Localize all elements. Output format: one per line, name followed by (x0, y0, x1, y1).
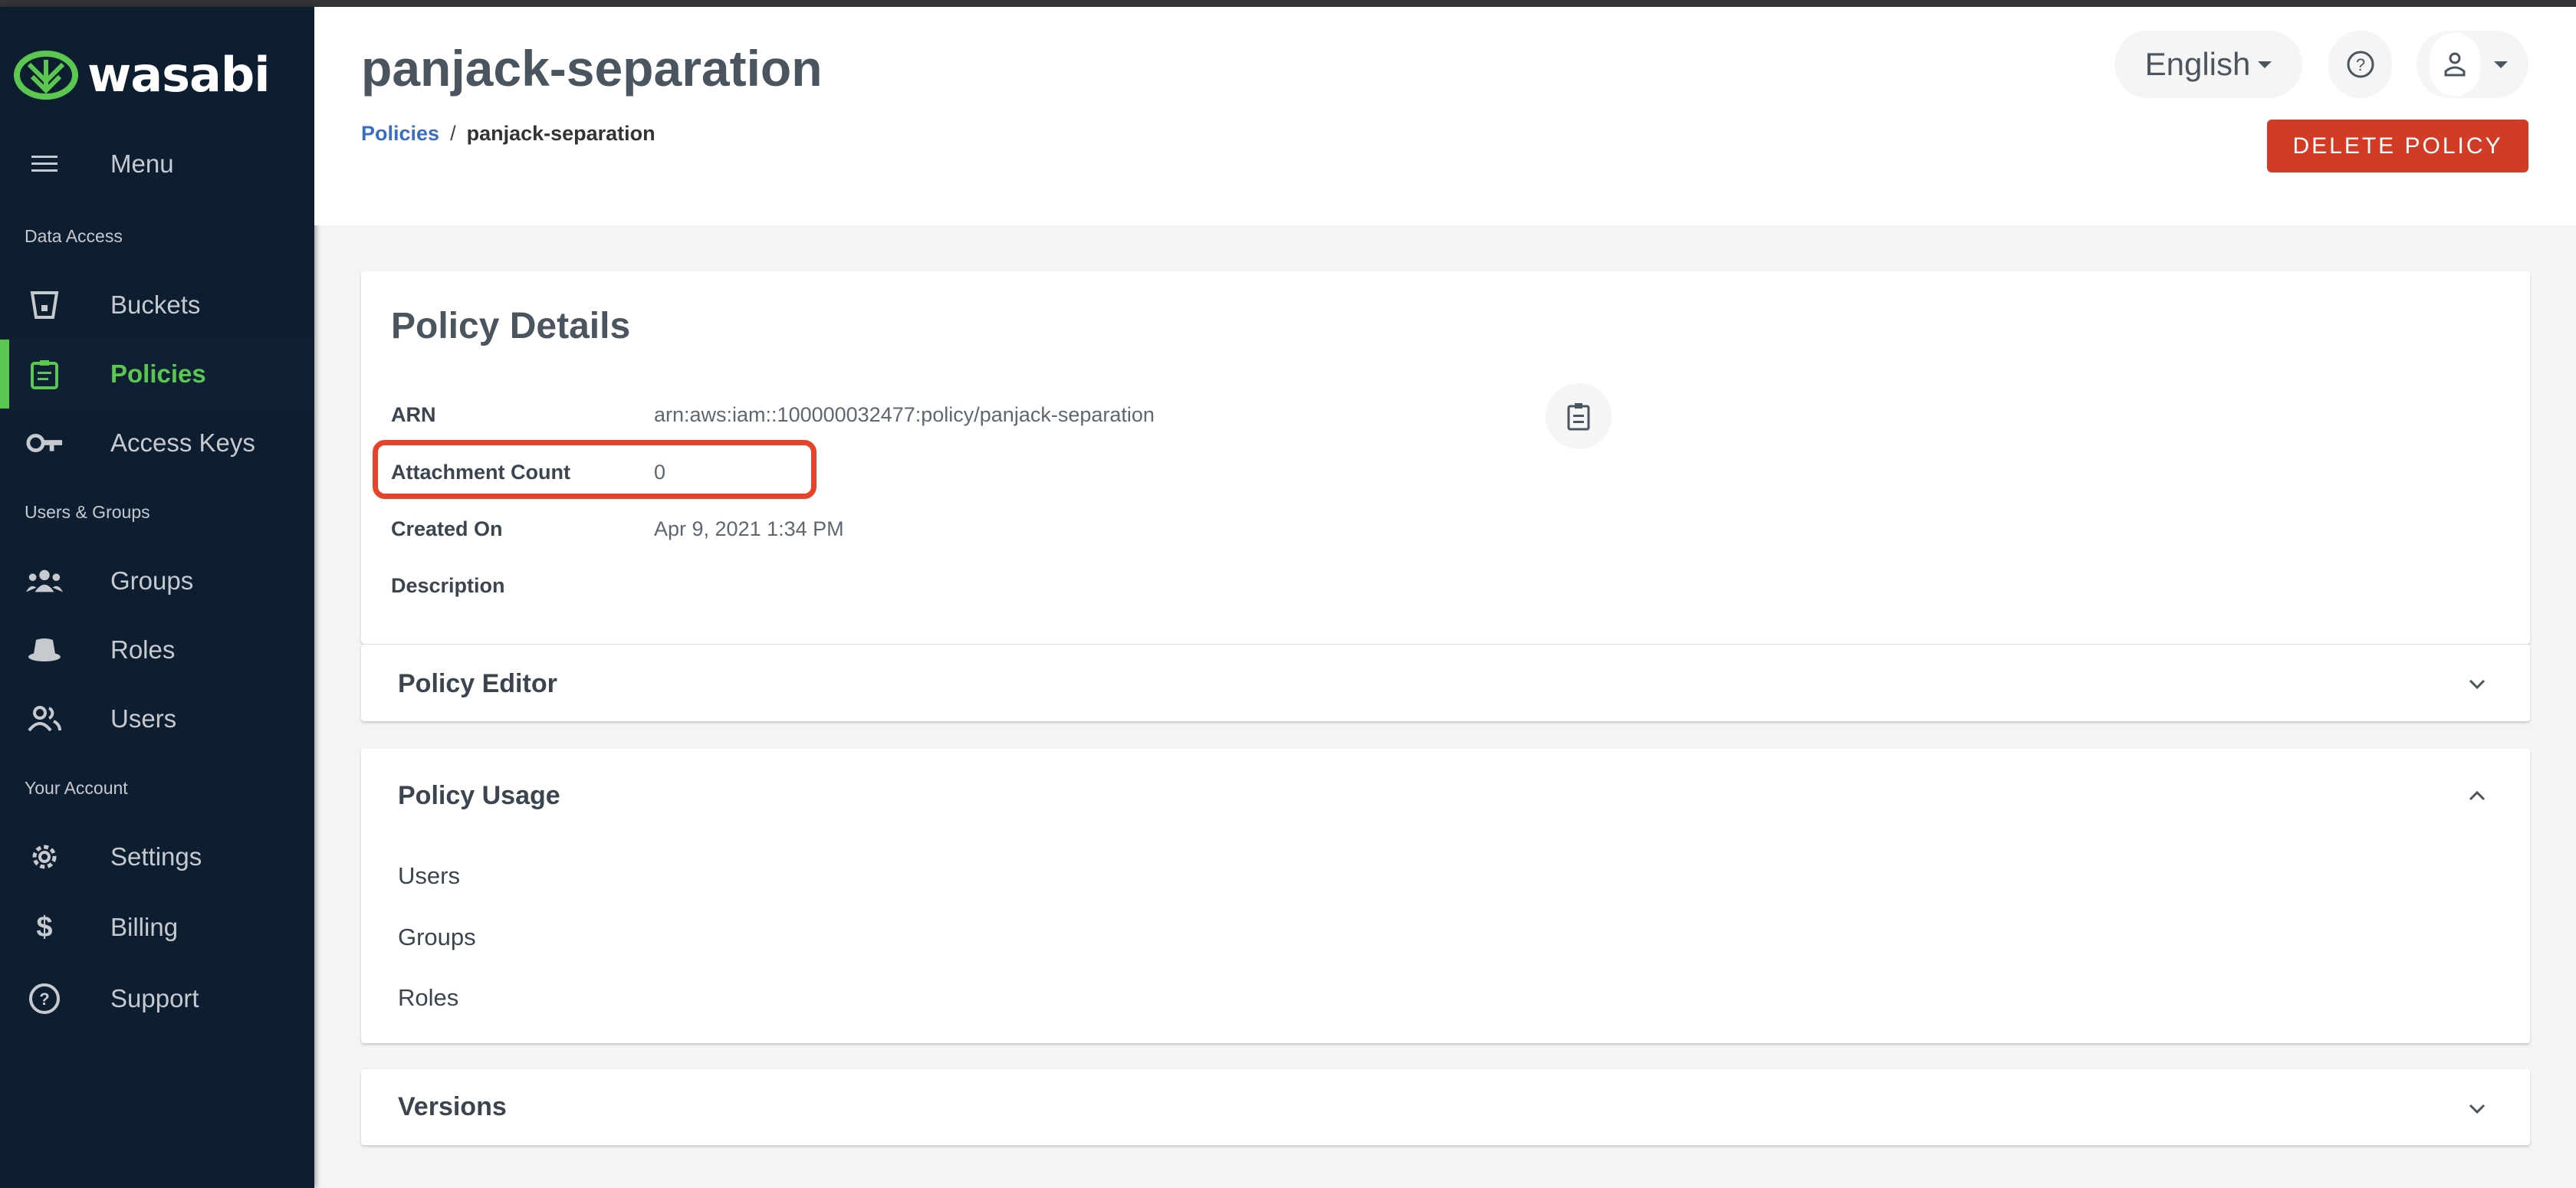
breadcrumb-separator: / (450, 122, 456, 145)
sidebar-item-label: Roles (110, 635, 176, 664)
sidebar: wasabi Menu Data Access Buckets Policies… (0, 7, 314, 1188)
section-data-access: Data Access (25, 226, 123, 246)
sidebar-item-label: Buckets (110, 290, 201, 319)
wasabi-logo[interactable]: wasabi (14, 47, 270, 103)
sidebar-item-label: Billing (110, 913, 179, 941)
sidebar-item-label: Settings (110, 842, 202, 871)
copy-arn-button[interactable] (1546, 383, 1612, 449)
usage-item-roles[interactable]: Roles (398, 984, 458, 1012)
language-select[interactable]: English (2114, 31, 2302, 98)
breadcrumb-current: panjack-separation (466, 122, 656, 145)
delete-policy-button[interactable]: DELETE POLICY (2267, 120, 2528, 172)
sidebar-item-groups[interactable]: Groups (0, 546, 314, 615)
highlight-annotation (373, 440, 816, 499)
created-on-value: Apr 9, 2021 1:34 PM (654, 517, 844, 540)
caret-down-icon (2494, 61, 2508, 68)
description-label: Description (391, 574, 505, 597)
arn-value: arn:aws:iam::100000032477:policy/panjack… (654, 403, 1155, 426)
sidebar-item-label: Access Keys (110, 428, 255, 457)
language-value: English (2144, 46, 2251, 82)
versions-panel[interactable]: Versions (361, 1069, 2530, 1145)
window-top-bar (0, 0, 2576, 7)
clipboard-icon (1567, 403, 1590, 431)
hat-icon (26, 632, 63, 668)
caret-down-icon (2258, 61, 2272, 68)
sidebar-item-label: Users (110, 704, 177, 733)
help-icon: ? (26, 980, 63, 1017)
policy-editor-panel[interactable]: Policy Editor (361, 644, 2530, 721)
help-button[interactable]: ? (2328, 31, 2392, 98)
page-header: panjack-separation Policies / panjack-sepa… (314, 7, 2576, 225)
key-icon (26, 425, 63, 461)
sidebar-item-policies[interactable]: Policies (0, 340, 314, 409)
section-users-groups: Users & Groups (25, 502, 150, 522)
wasabi-logo-icon (14, 50, 78, 100)
created-on-label: Created On (391, 517, 503, 540)
bucket-icon (26, 287, 63, 323)
chevron-down-icon (2469, 679, 2486, 690)
chevron-up-icon[interactable] (2466, 784, 2489, 807)
chevron-down-icon (2469, 1104, 2486, 1114)
clipboard-icon (26, 356, 63, 392)
user-icon (2444, 52, 2466, 77)
users-icon (26, 701, 63, 737)
hamburger-icon (26, 146, 63, 182)
menu-toggle[interactable]: Menu (0, 130, 314, 199)
sidebar-item-label: Groups (110, 566, 194, 595)
breadcrumb: Policies / panjack-separation (361, 122, 656, 146)
usage-item-users[interactable]: Users (398, 862, 460, 890)
sidebar-item-access-keys[interactable]: Access Keys (0, 409, 314, 477)
gear-icon (26, 838, 63, 875)
groups-icon (26, 563, 63, 599)
page-title: panjack-separation (361, 40, 823, 97)
dollar-icon: $ (36, 911, 53, 944)
user-menu-button[interactable] (2417, 31, 2528, 98)
policy-editor-title: Policy Editor (398, 669, 557, 698)
svg-text:?: ? (39, 989, 49, 1009)
logo-text: wasabi (87, 47, 270, 103)
sidebar-item-roles[interactable]: Roles (0, 615, 314, 684)
sidebar-item-settings[interactable]: Settings (0, 822, 314, 891)
svg-text:?: ? (2355, 55, 2364, 74)
policy-details-card: Policy Details ARN arn:aws:iam::100000032… (361, 271, 2530, 644)
sidebar-item-billing[interactable]: $ Billing (0, 893, 314, 962)
menu-label: Menu (110, 149, 174, 178)
usage-item-groups[interactable]: Groups (398, 924, 476, 951)
sidebar-item-users[interactable]: Users (0, 684, 314, 753)
policy-usage-panel: Policy Usage Users Groups Roles (361, 749, 2530, 1043)
arn-label: ARN (391, 403, 436, 426)
sidebar-item-label: Policies (110, 359, 206, 388)
breadcrumb-policies-link[interactable]: Policies (361, 122, 439, 145)
policy-details-title: Policy Details (391, 306, 631, 346)
sidebar-item-buckets[interactable]: Buckets (0, 271, 314, 340)
sidebar-item-label: Support (110, 984, 199, 1012)
policy-usage-title[interactable]: Policy Usage (398, 781, 560, 811)
help-icon: ? (2347, 51, 2374, 78)
sidebar-item-support[interactable]: ? Support (0, 964, 314, 1033)
versions-title: Versions (398, 1092, 507, 1121)
section-your-account: Your Account (25, 778, 128, 798)
user-avatar (2430, 33, 2480, 96)
